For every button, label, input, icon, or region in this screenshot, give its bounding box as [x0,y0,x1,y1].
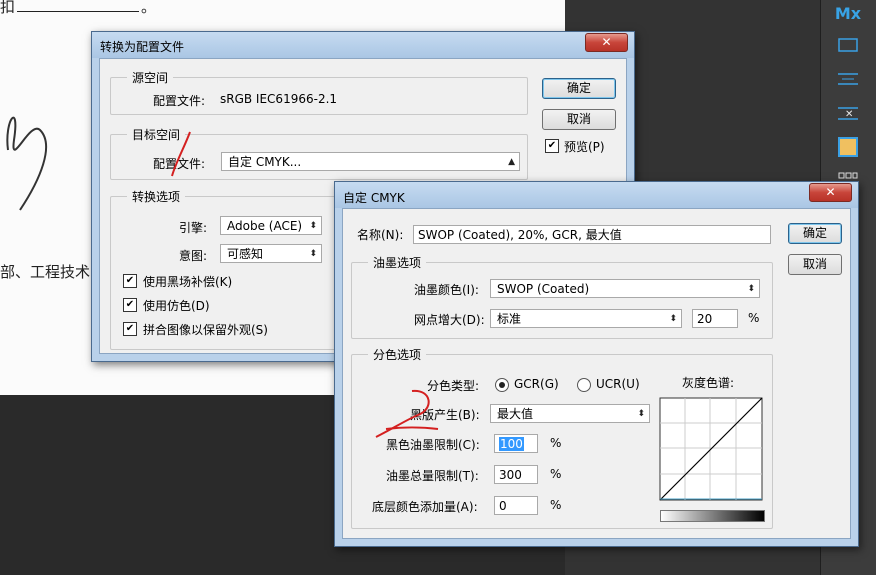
intent-value: 可感知 [227,247,264,261]
ink-colors-select[interactable]: SWOP (Coated) ⬍ [490,279,760,298]
align-lines-icon[interactable] [837,68,859,90]
chevron-updown-icon: ⬍ [309,221,317,231]
red-pen-mark-2 [375,389,439,438]
convert-cancel-button[interactable]: 取消 [542,109,616,130]
black-ink-limit-value: 100 [499,437,524,451]
flatten-checkbox[interactable]: ✔ [123,322,137,336]
cmyk-dialog-title: 自定 CMYK [343,191,405,205]
engine-label: 引擎: [179,221,208,235]
percent-sign: % [550,436,562,450]
convert-dialog-title: 转换为配置文件 [100,40,185,54]
target-profile-value: 自定 CMYK... [228,155,302,169]
intent-select[interactable]: 可感知 ⬍ [220,244,322,263]
source-space-title: 源空间 [127,69,174,86]
source-profile-value: sRGB IEC61966-2.1 [220,92,338,106]
intent-label: 意图: [179,249,208,263]
chevron-updown-icon: ⬍ [309,249,317,259]
ink-colors-value: SWOP (Coated) [497,282,590,296]
percent-sign: % [550,467,562,481]
convert-ok-button[interactable]: 确定 [542,78,616,99]
source-profile-label: 配置文件: [153,94,206,108]
gcr-radio[interactable] [495,378,509,392]
dither-checkbox[interactable]: ✔ [123,298,137,312]
red-pen-mark [171,131,191,177]
gray-ramp-gradient-bar [660,510,765,522]
black-generation-select[interactable]: 最大值 ⬍ [490,404,650,423]
name-label: 名称(N): [357,228,404,242]
cmyk-dialog-titlebar[interactable]: 自定 CMYK ✕ [335,182,858,208]
mx-logo-text: Mx [834,3,862,23]
flatten-label: 拼合图像以保留外观(S) [143,323,268,337]
name-field[interactable]: SWOP (Coated), 20%, GCR, 最大值 [413,225,771,244]
dot-gain-value: 标准 [497,312,522,326]
doc-text-prefix: 扣 [0,0,16,16]
engine-select[interactable]: Adobe (ACE) ⬍ [220,216,322,235]
gray-ramp-graph [659,397,763,501]
delete-lines-icon[interactable]: ✕ [837,102,859,124]
percent-sign: % [748,311,760,325]
custom-cmyk-dialog: 自定 CMYK ✕ 名称(N): SWOP (Coated), 20%, GCR… [334,181,859,547]
dither-label: 使用仿色(D) [143,299,210,313]
ink-colors-label: 油墨颜色(I): [414,283,479,297]
source-space-group: 源空间 配置文件: sRGB IEC61966-2.1 [110,69,528,115]
gcr-label: GCR(G) [514,377,559,391]
engine-value: Adobe (ACE) [227,219,303,233]
chevron-updown-icon: ⬍ [747,284,755,294]
convert-dialog-close-button[interactable]: ✕ [585,33,628,52]
preview-checkbox[interactable]: ✔ [545,139,559,153]
doc-underline-blank [17,0,140,12]
cmyk-cancel-button[interactable]: 取消 [788,254,842,275]
total-ink-limit-field[interactable]: 300 [494,465,538,484]
target-profile-select[interactable]: 自定 CMYK... ▲ [221,152,520,171]
preview-label: 预览(P) [564,140,605,154]
gray-ramp-label: 灰度色谱: [682,376,735,390]
black-ink-limit-field[interactable]: 100 [494,434,538,453]
document-text-line-2: 部、工程技术 [0,263,91,281]
separation-options-title: 分色选项 [368,346,427,363]
percent-sign: % [550,498,562,512]
convert-dialog-titlebar[interactable]: 转换为配置文件 ✕ [92,32,634,58]
ink-options-title: 油墨选项 [368,254,427,271]
ucr-radio[interactable] [577,378,591,392]
chevron-updown-icon: ⬍ [637,409,645,419]
cmyk-dialog-body: 名称(N): SWOP (Coated), 20%, GCR, 最大值 确定 取… [342,208,851,539]
square-icon[interactable] [837,136,859,158]
cmyk-dialog-close-button[interactable]: ✕ [809,183,852,202]
dot-gain-amount-field[interactable]: 20 [692,309,738,328]
dot-gain-select[interactable]: 标准 ⬍ [490,309,682,328]
frame-icon[interactable] [837,34,859,56]
blackpoint-checkbox[interactable]: ✔ [123,274,137,288]
dot-gain-label: 网点增大(D): [414,313,485,327]
chevron-updown-icon: ▲ [508,157,515,167]
black-generation-value: 最大值 [497,407,534,421]
signature-scribble [6,116,48,211]
mx-logo-icon[interactable]: Mx [834,2,862,24]
ucr-amount-field[interactable]: 0 [494,496,538,515]
doc-text-suffix: 。 [141,0,157,16]
blackpoint-label: 使用黑场补偿(K) [143,275,233,289]
chevron-updown-icon: ⬍ [669,314,677,324]
ucr-amount-label: 底层颜色添加量(A): [372,500,478,514]
ink-options-group: 油墨选项 油墨颜色(I): SWOP (Coated) ⬍ 网点增大(D): 标准… [351,254,773,339]
cmyk-ok-button[interactable]: 确定 [788,223,842,244]
document-text-line-1: 扣。 [0,0,156,17]
total-ink-limit-label: 油墨总量限制(T): [386,469,479,483]
ucr-label: UCR(U) [596,377,640,391]
conversion-options-title: 转换选项 [127,188,186,205]
